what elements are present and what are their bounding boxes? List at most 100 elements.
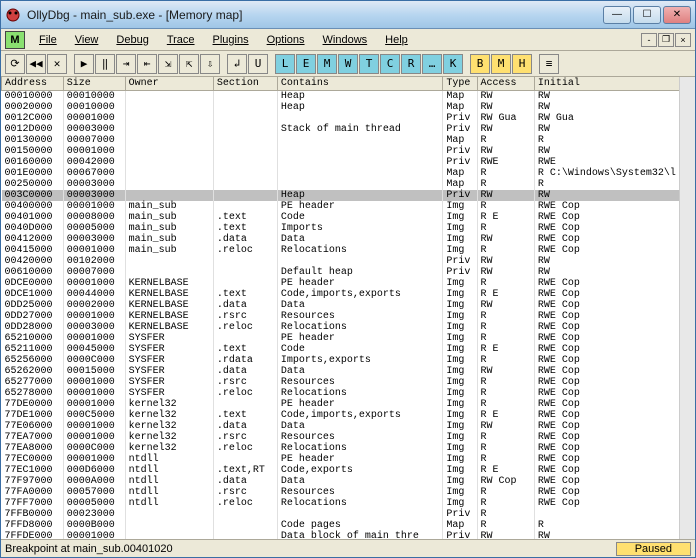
mdi-restore-button[interactable]: ❐ <box>658 33 674 47</box>
toolbar-view-button[interactable]: T <box>359 54 379 74</box>
table-row[interactable]: 652560000000C000SYSFER.rdataImports,expo… <box>2 355 695 366</box>
table-row[interactable]: 6526200000015000SYSFER.dataDataImgRWRWE … <box>2 366 695 377</box>
menu-file[interactable]: File <box>31 32 65 48</box>
column-header-contains[interactable]: Contains <box>277 77 443 91</box>
table-row[interactable]: 0025000000003000MapRR <box>2 179 695 190</box>
table-row[interactable]: 6527800000001000SYSFER.relocRelocationsI… <box>2 388 695 399</box>
table-row[interactable]: 0DD2700000001000KERNELBASE.rsrcResources… <box>2 311 695 322</box>
toolbar-info-button[interactable]: B <box>470 54 490 74</box>
status-text: Breakpoint at main_sub.00401020 <box>5 543 616 555</box>
menu-debug[interactable]: Debug <box>108 32 156 48</box>
mdi-minimize-button[interactable]: - <box>641 33 657 47</box>
toolbar-info-button[interactable]: M <box>491 54 511 74</box>
maximize-button[interactable]: ☐ <box>633 6 661 24</box>
toolbar-opts-button[interactable]: ≡ <box>539 54 559 74</box>
table-row[interactable]: 0042000000102000PrivRWRW <box>2 256 695 267</box>
table-row[interactable]: 77F970000000A000ntdll.dataDataImgRW CopR… <box>2 476 695 487</box>
table-row[interactable]: 7FFDE00000001000Data block of main threP… <box>2 531 695 539</box>
mdi-close-button[interactable]: × <box>675 33 691 47</box>
table-row[interactable]: 0001000000010000HeapMapRWRW <box>2 91 695 103</box>
toolbar-run-button[interactable]: ⇱ <box>179 54 199 74</box>
status-state: Paused <box>616 542 691 556</box>
table-row[interactable]: 0040D00000005000main_sub.textImportsImgR… <box>2 223 695 234</box>
column-header-section[interactable]: Section <box>213 77 277 91</box>
column-header-size[interactable]: Size <box>63 77 125 91</box>
toolbar-trace-button[interactable]: ↲ <box>227 54 247 74</box>
toolbar-trace-button[interactable]: U <box>248 54 268 74</box>
toolbar-view-button[interactable]: M <box>317 54 337 74</box>
toolbar-view-button[interactable]: R <box>401 54 421 74</box>
table-row[interactable]: 0040100000008000main_sub.textCodeImgR ER… <box>2 212 695 223</box>
toolbar-view-button[interactable]: W <box>338 54 358 74</box>
close-button[interactable]: ✕ <box>663 6 691 24</box>
toolbar-run-button[interactable]: ‖ <box>95 54 115 74</box>
toolbar-run-button[interactable]: ⇲ <box>158 54 178 74</box>
table-row[interactable]: 0041200000003000main_sub.dataDataImgRWRW… <box>2 234 695 245</box>
table-row[interactable]: 77EC000000001000ntdllPE headerImgRRWE Co… <box>2 454 695 465</box>
table-row[interactable]: 003C000000003000HeapPrivRWRW <box>2 190 695 201</box>
menu-windows[interactable]: Windows <box>315 32 376 48</box>
toolbar-view-button[interactable]: K <box>443 54 463 74</box>
table-row[interactable]: 77DE1000000C5000kernel32.textCode,import… <box>2 410 695 421</box>
table-row[interactable]: 77FF700000005000ntdll.relocRelocationsIm… <box>2 498 695 509</box>
table-row[interactable]: 0041500000001000main_sub.relocRelocation… <box>2 245 695 256</box>
table-row[interactable]: 77E0600000001000kernel32.dataDataImgRWRW… <box>2 421 695 432</box>
table-row[interactable]: 77EC1000000D6000ntdll.text,RTCode,export… <box>2 465 695 476</box>
toolbar-view-button[interactable]: L <box>275 54 295 74</box>
table-row[interactable]: 6521100000045000SYSFER.textCodeImgR ERWE… <box>2 344 695 355</box>
memory-map-table-wrap[interactable]: AddressSizeOwnerSectionContainsTypeAcces… <box>1 77 695 539</box>
app-icon <box>5 7 21 23</box>
table-row[interactable]: 0DD2500000002000KERNELBASE.dataDataImgRW… <box>2 300 695 311</box>
column-header-address[interactable]: Address <box>2 77 64 91</box>
main-window: OllyDbg - main_sub.exe - [Memory map] — … <box>0 0 696 558</box>
toolbar-run-button[interactable]: ▶ <box>74 54 94 74</box>
menu-view[interactable]: View <box>67 32 107 48</box>
toolbar-view-button[interactable]: C <box>380 54 400 74</box>
table-row[interactable]: 0DCE100000044000KERNELBASE.textCode,impo… <box>2 289 695 300</box>
column-header-owner[interactable]: Owner <box>125 77 213 91</box>
column-header-initial[interactable]: Initial <box>534 77 694 91</box>
minimize-button[interactable]: — <box>603 6 631 24</box>
table-row[interactable]: 77DE000000001000kernel32PE headerImgRRWE… <box>2 399 695 410</box>
table-row[interactable]: 0012D00000003000Stack of main threadPriv… <box>2 124 695 135</box>
menu-help[interactable]: Help <box>377 32 416 48</box>
table-row[interactable]: 0002000000010000HeapMapRWRW <box>2 102 695 113</box>
mdi-buttons: - ❐ × <box>641 33 691 47</box>
toolbar-view-button[interactable]: … <box>422 54 442 74</box>
toolbar-nav-button[interactable]: ✕ <box>47 54 67 74</box>
menu-options[interactable]: Options <box>259 32 313 48</box>
table-row[interactable]: 0061000000007000Default heapPrivRWRW <box>2 267 695 278</box>
toolbar-view-button[interactable]: E <box>296 54 316 74</box>
table-row[interactable]: 001E000000067000MapRR C:\Windows\System3… <box>2 168 695 179</box>
table-row[interactable]: 77EA80000000C000kernel32.relocRelocation… <box>2 443 695 454</box>
column-header-access[interactable]: Access <box>477 77 534 91</box>
toolbar-info-button[interactable]: H <box>512 54 532 74</box>
table-row[interactable]: 0012C00000001000PrivRW GuaRW Gua <box>2 113 695 124</box>
menubar: M FileViewDebugTracePluginsOptionsWindow… <box>1 29 695 51</box>
column-header-type[interactable]: Type <box>443 77 477 91</box>
toolbar-run-button[interactable]: ⇥ <box>116 54 136 74</box>
toolbar: ⟳◀◀✕▶‖⇥⇤⇲⇱⇩↲ULEMWTCR…KBMH≡ <box>1 51 695 77</box>
window-buttons: — ☐ ✕ <box>603 6 691 24</box>
table-row[interactable]: 77EA700000001000kernel32.rsrcResourcesIm… <box>2 432 695 443</box>
toolbar-run-button[interactable]: ⇤ <box>137 54 157 74</box>
menu-plugins[interactable]: Plugins <box>205 32 257 48</box>
table-row[interactable]: 7FFD80000000B000Code pagesMapRR <box>2 520 695 531</box>
table-row[interactable]: 77FA000000057000ntdll.rsrcResourcesImgRR… <box>2 487 695 498</box>
table-row[interactable]: 0DCE000000001000KERNELBASEPE headerImgRR… <box>2 278 695 289</box>
table-row[interactable]: 0016000000042000PrivRWERWE <box>2 157 695 168</box>
table-row[interactable]: 7FFB000000023000PrivR <box>2 509 695 520</box>
table-row[interactable]: 0013000000007000MapRR <box>2 135 695 146</box>
table-row[interactable]: 0015000000001000PrivRWRW <box>2 146 695 157</box>
menu-trace[interactable]: Trace <box>159 32 203 48</box>
titlebar[interactable]: OllyDbg - main_sub.exe - [Memory map] — … <box>1 1 695 29</box>
toolbar-nav-button[interactable]: ◀◀ <box>26 54 46 74</box>
table-row[interactable]: 0DD2800000003000KERNELBASE.relocRelocati… <box>2 322 695 333</box>
toolbar-run-button[interactable]: ⇩ <box>200 54 220 74</box>
table-row[interactable]: 0040000000001000main_subPE headerImgRRWE… <box>2 201 695 212</box>
table-row[interactable]: 6521000000001000SYSFERPE headerImgRRWE C… <box>2 333 695 344</box>
table-row[interactable]: 6527700000001000SYSFER.rsrcResourcesImgR… <box>2 377 695 388</box>
vertical-scrollbar[interactable] <box>679 77 695 539</box>
mdi-icon[interactable]: M <box>5 31 25 49</box>
toolbar-nav-button[interactable]: ⟳ <box>5 54 25 74</box>
